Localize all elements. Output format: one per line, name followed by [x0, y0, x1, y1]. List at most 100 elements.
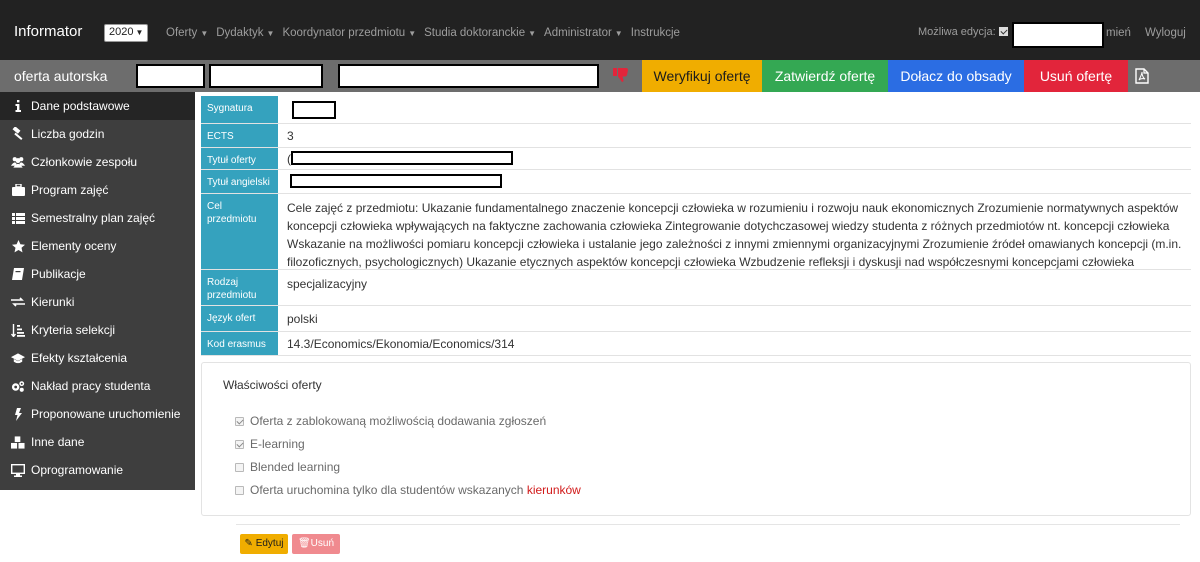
- details-row-signature: Sygnatura: [201, 96, 1191, 124]
- divider: [236, 524, 1180, 525]
- star-icon: [11, 239, 25, 253]
- sort-amount-icon: [11, 323, 25, 337]
- caret-down-icon: ▼: [200, 29, 209, 38]
- sidebar-item-kryteria-selekcji[interactable]: Kryteria selekcji: [0, 316, 195, 344]
- change-link[interactable]: mień: [1106, 27, 1131, 39]
- properties-title: Właściwości oferty: [223, 378, 322, 392]
- menu-studia-doktoranckie[interactable]: Studia doktoranckie ▼: [424, 27, 536, 39]
- sidebar-item-elementy-oceny[interactable]: Elementy oceny: [0, 232, 195, 260]
- property-checkbox[interactable]: [235, 417, 244, 426]
- verify-offer-button[interactable]: Weryfikuj ofertę: [642, 60, 762, 92]
- users-icon: [11, 155, 25, 169]
- menu-dydaktyk[interactable]: Dydaktyk ▼: [216, 27, 274, 39]
- approve-offer-button[interactable]: Zatwierdź ofertę: [762, 60, 888, 92]
- offer-title-label: Tytuł oferty: [201, 148, 278, 169]
- course-type-label: Rodzaj przedmiotu: [201, 270, 278, 305]
- caret-down-icon: ▼: [614, 29, 623, 38]
- delete-button[interactable]: 🗑Usuń: [292, 534, 340, 554]
- details-row-goal: Cel przedmiotu Cele zajęć z przedmiotu: …: [201, 194, 1191, 270]
- property-checkbox[interactable]: [235, 486, 244, 495]
- sidebar-item-oprogramowanie[interactable]: Oprogramowanie: [0, 456, 195, 484]
- details-row-title-en: Tytuł angielski: [201, 170, 1191, 194]
- menu-koordynator[interactable]: Koordynator przedmiotu ▼: [282, 27, 416, 39]
- course-type-value: specjalizacyjny: [287, 277, 368, 291]
- details-row-language: Język ofert polski: [201, 306, 1191, 332]
- edit-button[interactable]: ✎ Edytuj: [240, 534, 288, 554]
- sidebar-item-semestralny-plan[interactable]: Semestralny plan zajęć: [0, 204, 195, 232]
- sidebar-item-proponowane-uruchomienie[interactable]: Proponowane uruchomienie: [0, 400, 195, 428]
- property-e-learning: E-learning: [235, 437, 305, 451]
- property-blended-learning: Blended learning: [235, 460, 340, 474]
- edit-mode-label: Możliwa edycja:: [918, 26, 1008, 38]
- property-checkbox[interactable]: [235, 463, 244, 472]
- redacted-english-title: [290, 174, 502, 188]
- ects-label: ECTS: [201, 124, 278, 147]
- programs-link[interactable]: kierunków: [527, 483, 581, 497]
- details-row-ects: ECTS 3: [201, 124, 1191, 148]
- details-row-title: Tytuł oferty (: [201, 148, 1191, 170]
- brand-logo[interactable]: Informator: [14, 23, 82, 40]
- offer-properties-panel: Właściwości oferty Oferta z zablokowaną …: [201, 362, 1191, 516]
- redacted-field: [338, 64, 599, 88]
- sidebar-item-kierunki[interactable]: Kierunki: [0, 288, 195, 316]
- signature-label: Sygnatura: [201, 96, 278, 123]
- sidebar-item-naklad-pracy[interactable]: Nakład pracy studenta: [0, 372, 195, 400]
- redacted-offer-title: [291, 151, 513, 165]
- sidebar-item-liczba-godzin[interactable]: Liczba godzin: [0, 120, 195, 148]
- pdf-export-button[interactable]: [1128, 60, 1156, 92]
- sidebar-item-inne-dane[interactable]: Inne dane: [0, 428, 195, 456]
- property-selected-programs-only: Oferta uruchomina tylko dla studentów ws…: [235, 483, 581, 497]
- list-icon: [11, 211, 25, 225]
- course-goal-value: Cele zajęć z przedmiotu: Ukazanie fundam…: [287, 201, 1182, 269]
- logout-link[interactable]: Wyloguj: [1145, 27, 1186, 39]
- redacted-field: [209, 64, 323, 88]
- pencil-icon: ✎: [244, 538, 253, 549]
- erasmus-code-value: 14.3/Economics/Ekonomia/Economics/314: [287, 337, 515, 351]
- edit-mode-checkbox[interactable]: [998, 27, 1008, 36]
- english-title-label: Tytuł angielski: [201, 170, 278, 193]
- erasmus-code-label: Kod erasmus: [201, 332, 278, 355]
- desktop-icon: [11, 463, 25, 477]
- sidebar-item-czlonkowie-zespolu[interactable]: Członkowie zespołu: [0, 148, 195, 176]
- redacted-username: [1012, 22, 1104, 48]
- property-blocked-registration: Oferta z zablokowaną możliwością dodawan…: [235, 414, 546, 428]
- sidebar-item-publikacje[interactable]: Publikacje: [0, 260, 195, 288]
- caret-down-icon: ▼: [266, 29, 275, 38]
- menu-oferty[interactable]: Oferty ▼: [166, 27, 208, 39]
- details-row-erasmus: Kod erasmus 14.3/Economics/Ekonomia/Econ…: [201, 332, 1191, 356]
- menu-instrukcje[interactable]: Instrukcje: [631, 27, 680, 39]
- caret-down-icon: ▼: [528, 29, 537, 38]
- year-select-value: 2020: [109, 26, 134, 38]
- language-label: Język ofert: [201, 306, 278, 331]
- redacted-field: [136, 64, 205, 88]
- join-staff-button[interactable]: Dołacz do obsady: [888, 60, 1024, 92]
- top-navbar: Informator 2020 ▼ Oferty ▼ Dydaktyk ▼ Koord…: [0, 0, 1200, 60]
- bolt-icon: [11, 407, 25, 421]
- gavel-icon: [11, 127, 25, 141]
- sidebar: Dane podstawowe Liczba godzin Członkowie…: [0, 92, 195, 490]
- cubes-icon: [11, 435, 25, 449]
- menu-administrator[interactable]: Administrator ▼: [544, 27, 623, 39]
- sidebar-item-efekty-ksztalcenia[interactable]: Efekty kształcenia: [0, 344, 195, 372]
- file-pdf-icon: [1135, 68, 1149, 84]
- book-icon: [11, 267, 25, 281]
- course-goal-label: Cel przedmiotu: [201, 194, 278, 269]
- exchange-icon: [11, 295, 25, 309]
- main-menu: Oferty ▼ Dydaktyk ▼ Koordynator przedmiotu…: [166, 27, 688, 39]
- trash-icon: 🗑: [297, 538, 311, 549]
- delete-offer-button[interactable]: Usuń ofertę: [1024, 60, 1128, 92]
- year-select[interactable]: 2020 ▼: [104, 24, 148, 42]
- graduation-cap-icon: [11, 351, 25, 365]
- language-value: polski: [287, 312, 318, 326]
- property-checkbox[interactable]: [235, 440, 244, 449]
- sidebar-item-program-zajec[interactable]: Program zajęć: [0, 176, 195, 204]
- info-icon: [11, 99, 25, 113]
- cogs-icon: [11, 379, 25, 393]
- caret-down-icon: ▼: [408, 29, 417, 38]
- page-title: oferta autorska: [14, 68, 108, 84]
- thumbs-down-icon[interactable]: [613, 68, 629, 82]
- redacted-signature: [292, 101, 336, 119]
- sidebar-item-dane-podstawowe[interactable]: Dane podstawowe: [0, 92, 195, 120]
- details-row-type: Rodzaj przedmiotu specjalizacyjny: [201, 270, 1191, 306]
- caret-down-icon: ▼: [135, 28, 144, 37]
